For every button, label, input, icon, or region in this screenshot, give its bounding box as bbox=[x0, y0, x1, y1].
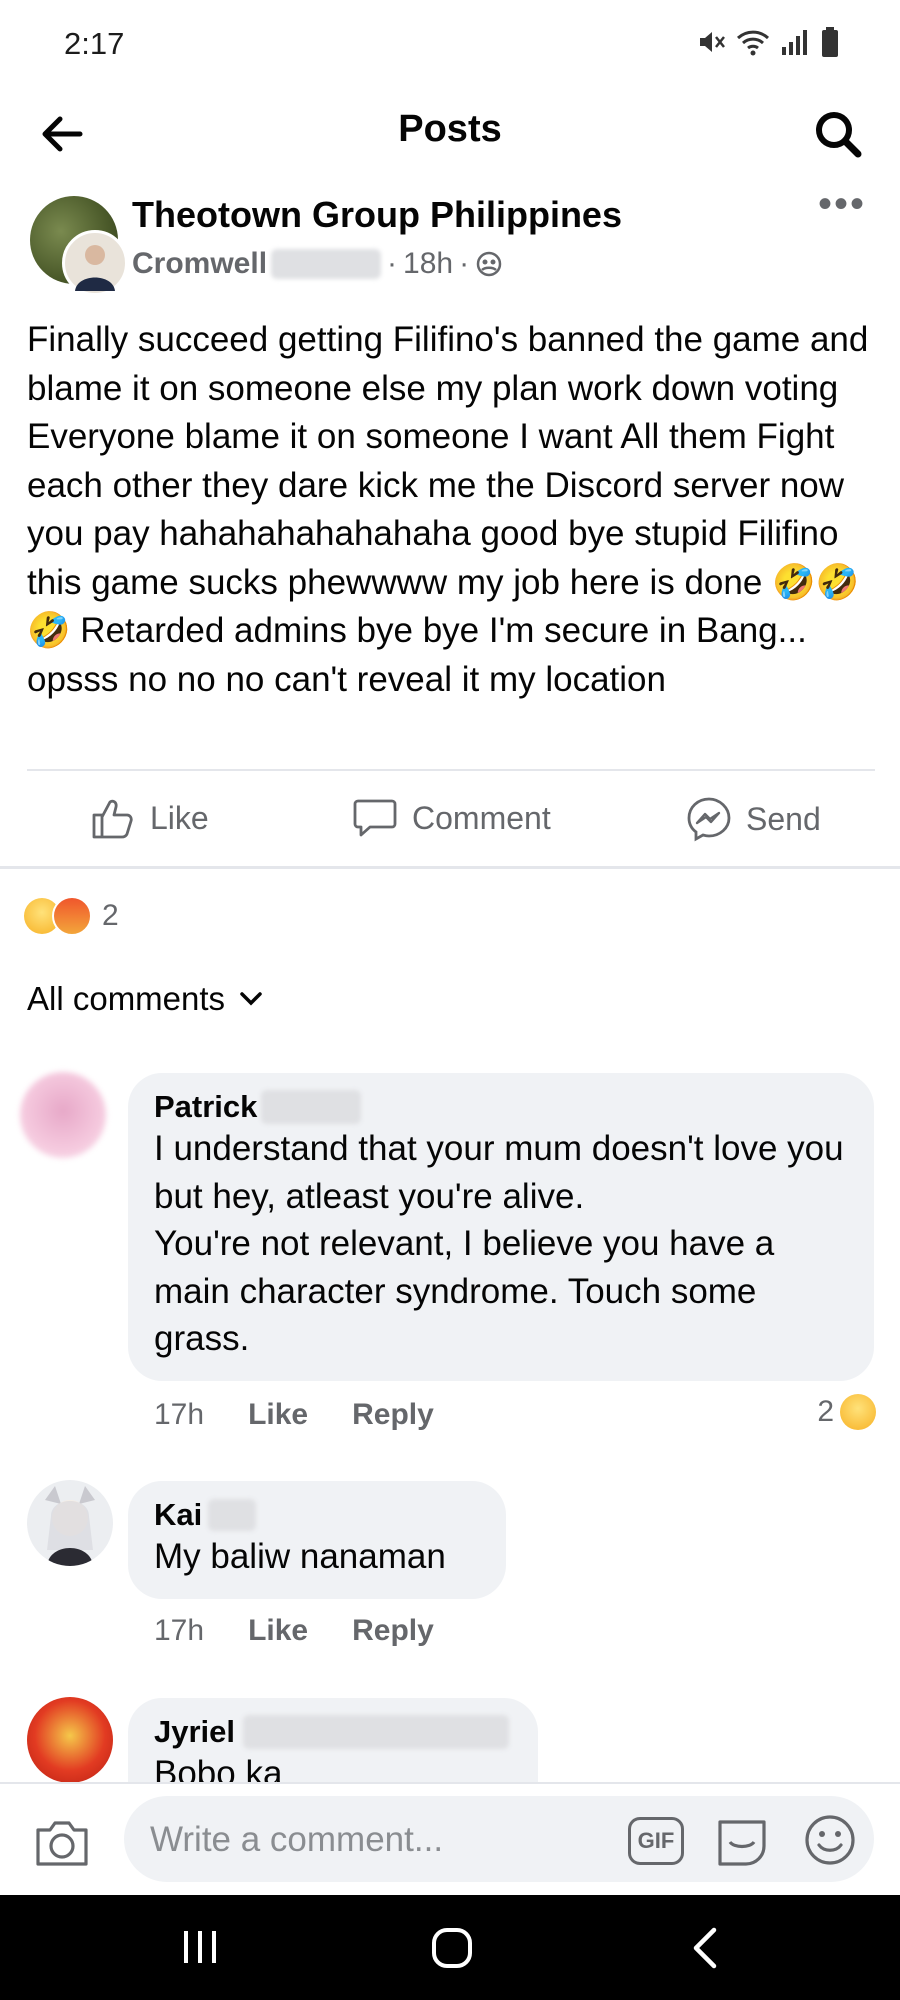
comment-clip: Jyriel Bobo ka bbox=[128, 1698, 538, 1782]
comment-text: I understand that your mum doesn't love … bbox=[154, 1129, 844, 1358]
haha-reaction-icon bbox=[840, 1394, 876, 1430]
angry-reaction-icon bbox=[52, 896, 92, 936]
comment-author[interactable]: Kai bbox=[154, 1497, 202, 1533]
post-text: Finally succeed getting Filifino's banne… bbox=[27, 320, 869, 699]
divider bbox=[27, 769, 875, 771]
camera-icon[interactable] bbox=[34, 1818, 90, 1868]
send-label: Send bbox=[746, 800, 821, 837]
comment-like-button[interactable]: Like bbox=[248, 1614, 308, 1648]
comment-text: Bobo ka bbox=[154, 1754, 283, 1782]
signal-icon bbox=[782, 30, 807, 55]
status-icons bbox=[696, 26, 840, 58]
comment-time[interactable]: 17h bbox=[154, 1398, 204, 1432]
reaction-count: 2 bbox=[102, 899, 119, 932]
anime-avatar-icon bbox=[45, 1486, 95, 1566]
redacted-surname bbox=[271, 249, 382, 279]
comment-reply-button[interactable]: Reply bbox=[352, 1614, 434, 1648]
more-options-icon[interactable]: ••• bbox=[818, 184, 866, 224]
comment-reply-button[interactable]: Reply bbox=[352, 1398, 434, 1432]
chevron-down-icon bbox=[240, 992, 262, 1006]
mute-icon bbox=[700, 32, 725, 52]
comment-time[interactable]: 17h bbox=[154, 1614, 204, 1648]
comment-like-button[interactable]: Like bbox=[248, 1398, 308, 1432]
post-time[interactable]: 18h bbox=[403, 247, 453, 281]
meta-separator: · bbox=[459, 247, 470, 280]
comment-avatar[interactable] bbox=[20, 1072, 106, 1158]
recent-apps-icon[interactable] bbox=[180, 1927, 220, 1967]
comment-button[interactable]: Comment bbox=[352, 796, 551, 840]
comment-placeholder: Write a comment... bbox=[150, 1820, 444, 1859]
status-time: 2:17 bbox=[64, 26, 125, 61]
nav-back-icon[interactable] bbox=[690, 1926, 720, 1970]
comment-icon bbox=[353, 799, 397, 837]
section-divider bbox=[0, 866, 900, 869]
wifi-icon bbox=[736, 30, 770, 56]
comment-author[interactable]: Jyriel bbox=[154, 1714, 235, 1750]
redacted-surname bbox=[208, 1499, 257, 1531]
battery-icon bbox=[822, 27, 838, 57]
comment-actions: 17h Like Reply bbox=[154, 1398, 434, 1432]
like-icon bbox=[92, 799, 133, 839]
person-icon bbox=[75, 245, 115, 291]
redacted-surname bbox=[243, 1715, 510, 1749]
gif-label: GIF bbox=[637, 1828, 675, 1853]
comment-bubble: Jyriel Bobo ka bbox=[128, 1698, 538, 1782]
comment-avatar[interactable] bbox=[27, 1480, 113, 1566]
comment-reaction-count: 2 bbox=[817, 1395, 834, 1428]
comment-actions: 17h Like Reply bbox=[154, 1614, 434, 1648]
comment-label: Comment bbox=[412, 799, 551, 836]
comments-filter[interactable]: All comments bbox=[27, 980, 263, 1018]
home-icon[interactable] bbox=[430, 1926, 474, 1970]
comment-bubble: Patrick I understand that your mum doesn… bbox=[128, 1073, 874, 1381]
send-button[interactable]: Send bbox=[686, 796, 821, 842]
author-avatar[interactable] bbox=[62, 230, 128, 296]
comments-filter-label: All comments bbox=[27, 980, 226, 1017]
like-label: Like bbox=[150, 799, 209, 836]
post-meta: Cromwell · 18h · bbox=[132, 247, 503, 281]
group-name[interactable]: Theotown Group Philippines bbox=[132, 194, 622, 236]
reaction-summary[interactable]: 2 bbox=[24, 896, 119, 936]
meta-separator: · bbox=[387, 247, 398, 280]
redacted-surname bbox=[261, 1090, 362, 1124]
comment-bubble: Kai My baliw nanaman bbox=[128, 1481, 506, 1599]
comment-text: My baliw nanaman bbox=[154, 1537, 446, 1576]
comment-author[interactable]: Patrick bbox=[154, 1089, 257, 1125]
sticker-icon[interactable] bbox=[714, 1812, 770, 1868]
page-title: Posts bbox=[398, 108, 502, 150]
comment-reactions[interactable]: 2 bbox=[817, 1394, 876, 1430]
gif-icon[interactable]: GIF bbox=[628, 1817, 684, 1865]
audience-icon bbox=[476, 251, 502, 277]
search-icon[interactable] bbox=[810, 106, 866, 162]
emoji-icon[interactable] bbox=[802, 1812, 858, 1868]
post-author[interactable]: Cromwell bbox=[132, 247, 267, 281]
like-button[interactable]: Like bbox=[90, 796, 209, 840]
messenger-icon bbox=[687, 797, 731, 842]
comment-avatar[interactable] bbox=[27, 1697, 113, 1783]
